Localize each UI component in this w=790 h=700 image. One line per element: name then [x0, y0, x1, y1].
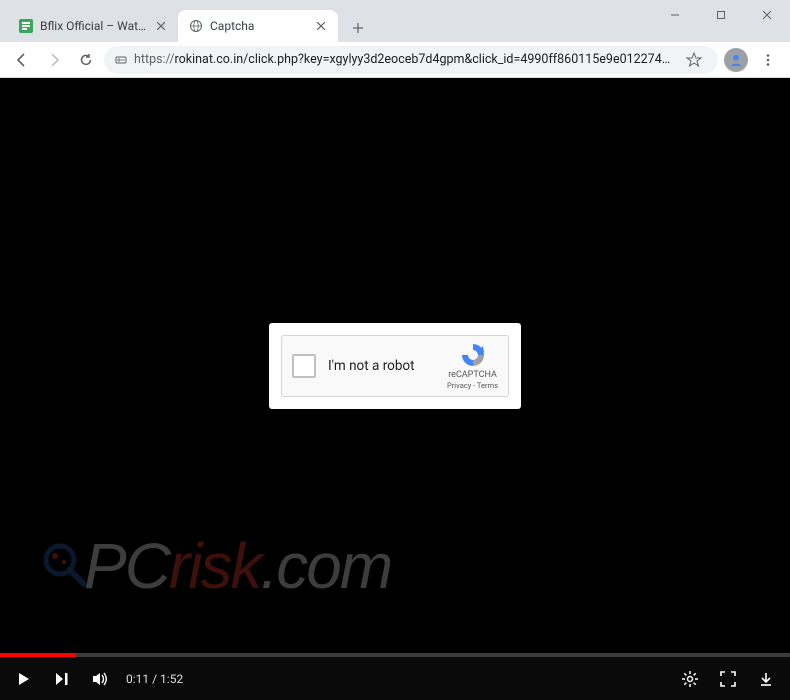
favicon-default — [188, 18, 204, 34]
download-button[interactable] — [754, 667, 778, 691]
tab-captcha[interactable]: Captcha — [178, 10, 338, 42]
tab-title: Bflix Official – Watch Movies an — [40, 19, 148, 33]
tab-close-icon[interactable] — [314, 19, 328, 33]
profile-button[interactable] — [722, 46, 750, 74]
url-text: https://rokinat.co.in/click.php?key=xgyl… — [134, 52, 674, 67]
window-controls — [652, 0, 790, 30]
recaptcha-logo-icon — [459, 341, 487, 369]
browser-toolbar: https://rokinat.co.in/click.php?key=xgyl… — [0, 42, 790, 78]
window-maximize-button[interactable] — [698, 0, 744, 30]
video-controls: 0:11 / 1:52 — [0, 653, 790, 700]
kebab-menu-button[interactable] — [754, 46, 782, 74]
new-tab-button[interactable] — [344, 14, 372, 42]
nav-reload-button[interactable] — [72, 46, 100, 74]
settings-button[interactable] — [678, 667, 702, 691]
page-viewport: I'm not a robot reCAPTCHA Privacy - Term… — [0, 78, 790, 653]
video-controls-row: 0:11 / 1:52 — [0, 657, 790, 700]
address-bar[interactable]: https://rokinat.co.in/click.php?key=xgyl… — [104, 46, 718, 74]
tab-bflix[interactable]: Bflix Official – Watch Movies an — [8, 10, 178, 42]
magnifier-icon — [38, 540, 90, 592]
recaptcha-terms-text: Privacy - Terms — [447, 381, 498, 390]
window-minimize-button[interactable] — [652, 0, 698, 30]
recaptcha-brand-text: reCAPTCHA — [448, 370, 497, 380]
recaptcha-widget: I'm not a robot reCAPTCHA Privacy - Term… — [281, 335, 509, 397]
captcha-card: I'm not a robot reCAPTCHA Privacy - Term… — [269, 323, 521, 409]
watermark-text: PCrisk.com — [84, 529, 391, 603]
time-display: 0:11 / 1:52 — [126, 672, 183, 686]
next-button[interactable] — [50, 667, 74, 691]
recaptcha-label: I'm not a robot — [328, 358, 435, 374]
window-close-button[interactable] — [744, 0, 790, 30]
nav-forward-button[interactable] — [40, 46, 68, 74]
tab-close-icon[interactable] — [154, 19, 168, 33]
video-progress-fill — [0, 653, 76, 657]
avatar-icon — [724, 48, 748, 72]
volume-button[interactable] — [88, 667, 112, 691]
bookmark-star-icon[interactable] — [680, 46, 708, 74]
tab-title: Captcha — [210, 19, 308, 33]
site-info-icon[interactable] — [114, 51, 128, 69]
favicon-bflix — [18, 18, 34, 34]
browser-chrome: Bflix Official – Watch Movies an Captcha — [0, 0, 790, 78]
fullscreen-button[interactable] — [716, 667, 740, 691]
video-progress-track[interactable] — [0, 653, 790, 657]
watermark-logo: PCrisk.com — [38, 529, 391, 603]
recaptcha-checkbox[interactable] — [292, 354, 316, 378]
play-button[interactable] — [12, 667, 36, 691]
nav-back-button[interactable] — [8, 46, 36, 74]
recaptcha-badge: reCAPTCHA Privacy - Terms — [447, 341, 498, 390]
